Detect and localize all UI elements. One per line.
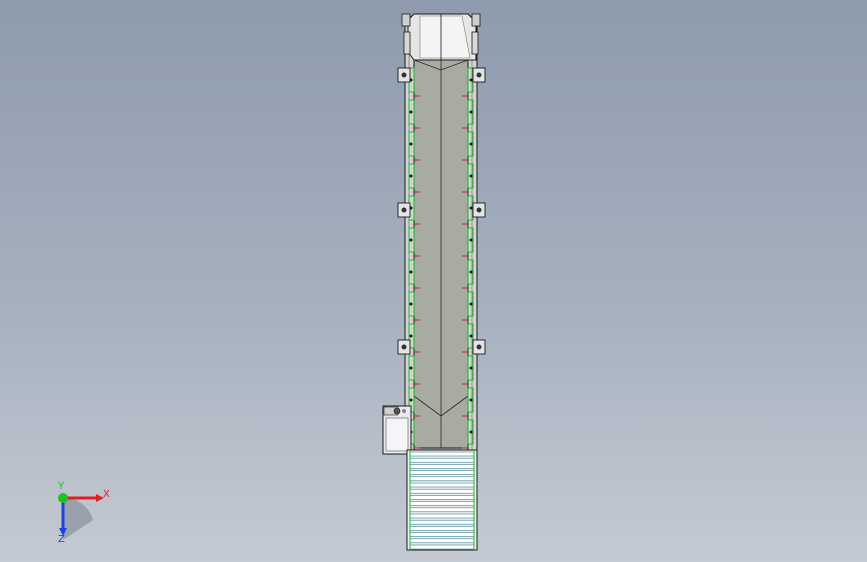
orientation-triad: X Y Z bbox=[57, 481, 110, 545]
y-axis-dot bbox=[58, 493, 68, 503]
cad-viewport[interactable]: X Y Z bbox=[0, 0, 867, 562]
x-axis-label: X bbox=[103, 489, 110, 500]
y-axis-label: Y bbox=[57, 481, 65, 492]
triad-shadow bbox=[63, 497, 93, 540]
z-axis-label: Z bbox=[58, 534, 65, 545]
